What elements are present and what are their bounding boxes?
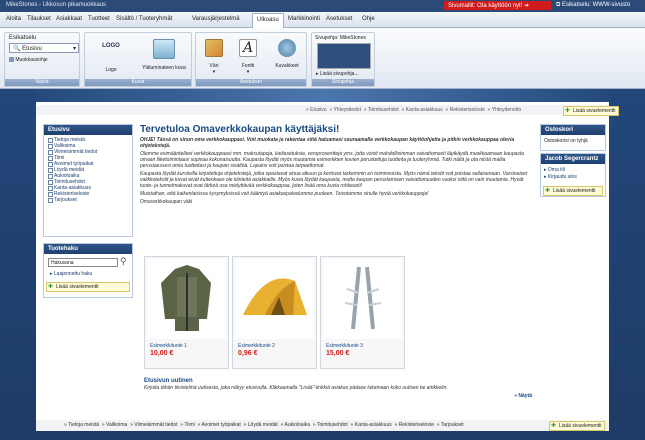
- icons-icon: [278, 39, 296, 57]
- menu-ulkoasu[interactable]: Ulkoasu: [252, 13, 284, 28]
- footer-link[interactable]: » Toimitusehdot: [313, 422, 348, 428]
- page-title: Tervetuloa Omaverkkokaupan käyttäjäksi!: [140, 124, 340, 135]
- nav-title: Etusivu: [44, 125, 132, 135]
- news-text: Kirjoita tähän tiivistelmä uutisesta, jo…: [144, 385, 448, 391]
- product-name[interactable]: Esimerkkituote 2: [238, 343, 275, 349]
- product-card[interactable]: Esimerkkituote 2 0,96 €: [232, 256, 317, 369]
- menu-varausjarjestelma[interactable]: Varausjärjestelmä: [192, 16, 240, 22]
- news-title[interactable]: Etusivun uutinen: [144, 378, 532, 384]
- header-image-button[interactable]: Yläluminateen kuva: [139, 39, 189, 71]
- menu-aloita[interactable]: Aloita: [6, 16, 21, 22]
- product-search-box: Tuotehaku Hakusana ⚲ ▸ Laajennettu haku …: [43, 243, 133, 298]
- chevron-down-icon: ▾: [246, 69, 250, 75]
- font-icon: A: [239, 39, 257, 57]
- header-image-icon: [153, 39, 175, 59]
- preview-page-select[interactable]: 🔍 Etusivu ▾: [9, 43, 79, 53]
- product-image: [147, 259, 226, 339]
- footer-link[interactable]: » Löydä meidät: [244, 422, 278, 428]
- font-button[interactable]: A Fontti ▾: [234, 39, 262, 75]
- menu-ohje[interactable]: Ohje: [362, 16, 375, 22]
- product-price: 10,00 €: [150, 350, 174, 357]
- product-price: 0,96 €: [238, 350, 258, 357]
- user-box: Jacob Segercrantz ▸ Oma tili ▸ Kirjaudu …: [540, 153, 606, 197]
- ribbon-group-nayta: Esikatselu 🔍 Etusivu ▾ Muokkausohje Näytä: [4, 32, 80, 87]
- content-paragraph: Olemme esimääritelleet verkkokauppaasi m…: [140, 151, 525, 169]
- footer-link[interactable]: » Tiimi: [180, 422, 194, 428]
- add-element-button-top[interactable]: Lisää sivuelementti: [563, 106, 619, 116]
- logo-icon: LOGO: [102, 43, 120, 49]
- product-price: 15,00 €: [326, 350, 350, 357]
- site-banner: [36, 89, 609, 102]
- product-name[interactable]: Esimerkkituote 3: [326, 343, 363, 349]
- footer-link[interactable]: » Rekisteriseloste: [395, 422, 434, 428]
- breadcrumb: » Etusivu » Yhteystiedot » Toimitusehdot…: [36, 105, 609, 115]
- nav-item[interactable]: Tarjoukset: [48, 197, 128, 203]
- logo-button[interactable]: LOGO Logo: [91, 39, 131, 73]
- left-navigation: Etusivu Tietoja meistä Valikoima Viimeis…: [43, 124, 133, 237]
- footer-links: » Tietoja meistä » Valikoima » Viimeisim…: [36, 420, 609, 431]
- news-more-link[interactable]: » Näytä: [144, 393, 532, 399]
- footer-link[interactable]: » Tietoja meistä: [64, 422, 99, 428]
- icons-button[interactable]: Kuvakkeet: [270, 39, 304, 69]
- breadcrumb-item[interactable]: » Yhteystiedot: [329, 107, 361, 113]
- content-paragraph: Muistathan, että kaikenlaisissa kysymyks…: [140, 191, 429, 197]
- window-titlebar: MikeStones - Ukkosun pikamuokkaus Sivuma…: [0, 0, 645, 12]
- shopping-cart-box: Ostoskori Ostoskorisi on tyhjä: [540, 124, 606, 151]
- news-block: Etusivun uutinen Kirjoita tähän tiiviste…: [144, 378, 532, 399]
- preview-website-link[interactable]: ⧉ Esikatselu: WWW-sivusto: [556, 2, 630, 9]
- breadcrumb-item[interactable]: » Toimitusehdot: [364, 107, 399, 113]
- template-thumbnail[interactable]: [317, 43, 371, 69]
- search-icon[interactable]: ⚲: [120, 256, 127, 267]
- chevron-down-icon: ▾: [72, 46, 76, 52]
- footer-link[interactable]: » Tarjoukset: [437, 422, 464, 428]
- footer-link[interactable]: » Kanta-asiakkuus: [351, 422, 392, 428]
- footer-link[interactable]: » Viimeisimmät tiedot: [130, 422, 177, 428]
- product-image: [235, 259, 314, 339]
- product-card[interactable]: Esimerkkituote 3 15,00 €: [320, 256, 405, 369]
- footer-link[interactable]: » Valikoima: [102, 422, 127, 428]
- breadcrumb-item[interactable]: » Etusivu: [306, 107, 327, 113]
- add-element-button-footer[interactable]: Lisää sivuelementti: [549, 421, 605, 431]
- ribbon-group-sivupohja: Sivupohja: MikeStones ▸ Lisää sivupohja.…: [311, 32, 375, 87]
- edit-guide-button[interactable]: Muokkausohje: [9, 57, 48, 63]
- menu-markkinointi[interactable]: Markkinointi: [288, 16, 320, 22]
- signature: Omaverkkokaupan väki: [140, 199, 193, 205]
- logout-link[interactable]: ▸ Kirjaudu ulos: [541, 173, 605, 181]
- footer-link[interactable]: » Aukioloaika: [281, 422, 310, 428]
- footer-link[interactable]: » Avoimet työpaikat: [198, 422, 241, 428]
- menu-tilaukset[interactable]: Tilaukset: [27, 16, 51, 22]
- breadcrumb-item[interactable]: » Rekisteriseloste: [445, 107, 484, 113]
- product-image: [323, 259, 402, 339]
- palette-icon: [205, 39, 223, 57]
- ribbon-group-asetukset: Väri ▾ A Fontti ▾ Kuvakkeet Asetukset: [195, 32, 307, 87]
- add-element-button-left[interactable]: Lisää sivuelementti: [46, 282, 130, 292]
- window-title: MikeStones - Ukkosun pikamuokkaus: [6, 2, 107, 8]
- intro-paragraph: OHJE! Tässä on sinun oma verkkokauppasi.…: [140, 137, 515, 149]
- product-card[interactable]: Esimerkkituote 1 10,00 €: [144, 256, 229, 369]
- product-name[interactable]: Esimerkkituote 1: [150, 343, 187, 349]
- add-template-link[interactable]: ▸ Lisää sivupohja...: [316, 71, 359, 77]
- menu-tuotteet[interactable]: Tuotteet: [88, 16, 110, 22]
- chevron-down-icon: ▾: [212, 69, 216, 75]
- main-content: Tervetuloa Omaverkkokaupan käyttäjäksi! …: [140, 124, 532, 420]
- ribbon-toolbar: Esikatselu 🔍 Etusivu ▾ Muokkausohje Näytä…: [0, 28, 645, 89]
- add-element-button-right[interactable]: Lisää sivuelementti: [543, 186, 603, 196]
- advanced-search-link[interactable]: ▸ Laajennettu haku: [50, 271, 92, 277]
- breadcrumb-item[interactable]: » Kanta-asiakkuus: [402, 107, 443, 113]
- menu-asiakkaat[interactable]: Asiakkaat: [56, 16, 82, 22]
- menu-asetukset[interactable]: Asetukset: [326, 16, 352, 22]
- content-paragraph: Kaupasta löydät kursiivilla kirjoitettuj…: [140, 171, 528, 189]
- search-input[interactable]: Hakusana: [48, 258, 118, 267]
- template-warning-button[interactable]: Sivumallit: Ota käyttöön nyt! ➜: [444, 1, 551, 10]
- main-menu: Aloita Tilaukset Asiakkaat Tuotteet Sisä…: [0, 12, 645, 28]
- ribbon-group-kuvat: LOGO Logo Yläluminateen kuva Kuvat: [84, 32, 192, 87]
- help-icon: [9, 57, 14, 63]
- menu-sisalto[interactable]: Sisältö / Tuoteryhmät: [116, 16, 172, 22]
- color-button[interactable]: Väri ▾: [200, 39, 228, 75]
- breadcrumb-item[interactable]: » Yhteydenotto: [488, 107, 522, 113]
- cart-status: Ostoskorisi on tyhjä: [544, 138, 588, 144]
- my-account-link[interactable]: ▸ Oma tili: [541, 164, 605, 173]
